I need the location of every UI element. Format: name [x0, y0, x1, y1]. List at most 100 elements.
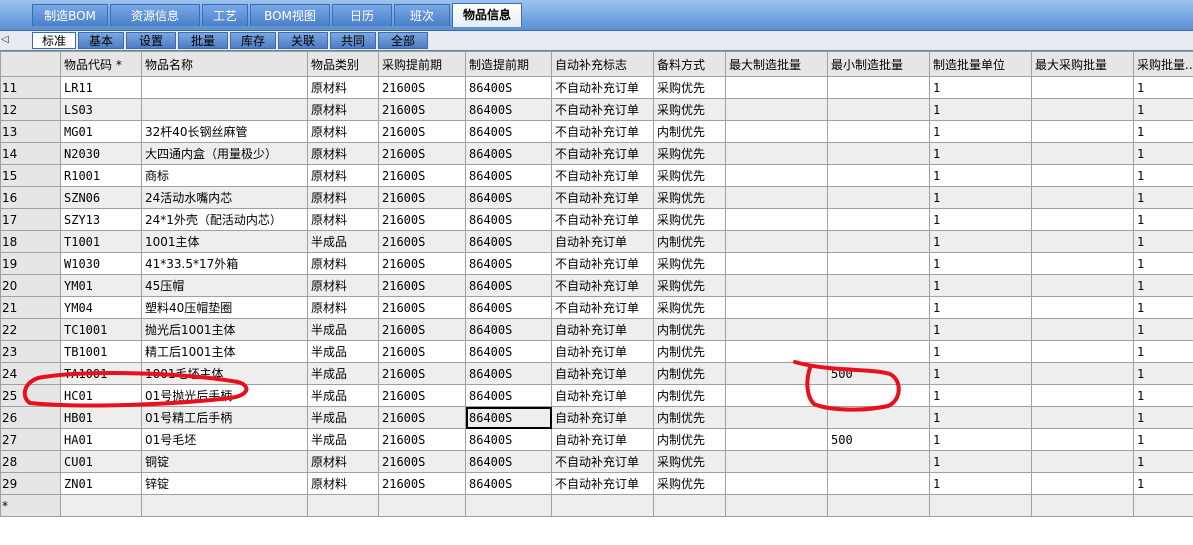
material-prep-method-cell[interactable]: 内制优先	[653, 406, 726, 429]
auto-replenish-flag-cell[interactable]: 不自动补充订单	[551, 120, 654, 143]
new-row-cell[interactable]	[929, 494, 1032, 517]
item-category-cell[interactable]: 半成品	[307, 230, 379, 253]
manufacture-batch-unit-cell[interactable]: 1	[929, 340, 1032, 363]
table-row[interactable]: 25 HC01 01号抛光后手柄 半成品 21600S 86400S 自动补充订单 内制优先 1…	[0, 384, 1193, 407]
col-min-manufacture-batch[interactable]: 最小制造批量	[827, 51, 930, 77]
item-category-cell[interactable]: 原材料	[307, 208, 379, 231]
max-manufacture-batch-cell[interactable]	[725, 208, 828, 231]
subtab-basic[interactable]: 基本	[78, 32, 124, 49]
item-category-cell[interactable]: 半成品	[307, 384, 379, 407]
table-row[interactable]: 22 TC1001 抛光后1001主体 半成品 21600S 86400S 自动补充订单 内制…	[0, 318, 1193, 341]
tab-resource-info[interactable]: 资源信息	[110, 4, 200, 26]
new-row-cell[interactable]	[465, 494, 552, 517]
col-manufacture-batch-unit[interactable]: 制造批量单位	[929, 51, 1032, 77]
max-purchase-batch-cell[interactable]	[1031, 472, 1134, 495]
item-code-cell[interactable]: YM04	[60, 296, 142, 319]
manufacture-batch-unit-cell[interactable]: 1	[929, 384, 1032, 407]
purchase-lead-time-cell[interactable]: 21600S	[378, 252, 466, 275]
item-category-cell[interactable]: 原材料	[307, 252, 379, 275]
scroll-left-arrow-icon[interactable]: ◁	[0, 32, 10, 48]
item-category-cell[interactable]: 半成品	[307, 406, 379, 429]
manufacture-lead-time-cell[interactable]: 86400S	[465, 98, 552, 121]
tab-process[interactable]: 工艺	[202, 4, 248, 26]
max-purchase-batch-cell[interactable]	[1031, 318, 1134, 341]
item-category-cell[interactable]: 原材料	[307, 296, 379, 319]
purchase-lead-time-cell[interactable]: 21600S	[378, 384, 466, 407]
item-category-cell[interactable]: 原材料	[307, 120, 379, 143]
item-code-cell[interactable]: ZN01	[60, 472, 142, 495]
max-purchase-batch-cell[interactable]	[1031, 340, 1134, 363]
auto-replenish-flag-cell[interactable]: 自动补充订单	[551, 406, 654, 429]
manufacture-lead-time-cell[interactable]: 86400S	[465, 428, 552, 451]
material-prep-method-cell[interactable]: 采购优先	[653, 274, 726, 297]
purchase-lead-time-cell[interactable]: 21600S	[378, 472, 466, 495]
auto-replenish-flag-cell[interactable]: 不自动补充订单	[551, 296, 654, 319]
manufacture-lead-time-cell[interactable]: 86400S	[465, 450, 552, 473]
min-manufacture-batch-cell[interactable]	[827, 164, 930, 187]
manufacture-batch-unit-cell[interactable]: 1	[929, 472, 1032, 495]
manufacture-lead-time-cell[interactable]: 86400S	[465, 296, 552, 319]
manufacture-lead-time-cell[interactable]: 86400S	[465, 472, 552, 495]
subtab-common[interactable]: 共同	[330, 32, 376, 49]
purchase-lead-time-cell[interactable]: 21600S	[378, 186, 466, 209]
manufacture-lead-time-cell[interactable]: 86400S	[465, 120, 552, 143]
max-purchase-batch-cell[interactable]	[1031, 450, 1134, 473]
manufacture-lead-time-cell[interactable]: 86400S	[465, 318, 552, 341]
table-row[interactable]: 21 YM04 塑料40压帽垫圈 原材料 21600S 86400S 不自动补充订单 采购优先…	[0, 296, 1193, 319]
material-prep-method-cell[interactable]: 采购优先	[653, 186, 726, 209]
new-row-cell[interactable]	[60, 494, 142, 517]
item-name-cell[interactable]: 抛光后1001主体	[141, 318, 308, 341]
col-manufacture-lead-time[interactable]: 制造提前期	[465, 51, 552, 77]
material-prep-method-cell[interactable]: 采购优先	[653, 296, 726, 319]
max-manufacture-batch-cell[interactable]	[725, 252, 828, 275]
max-purchase-batch-cell[interactable]	[1031, 164, 1134, 187]
manufacture-batch-unit-cell[interactable]: 1	[929, 428, 1032, 451]
item-name-cell[interactable]: 1001主体	[141, 230, 308, 253]
max-purchase-batch-cell[interactable]	[1031, 296, 1134, 319]
purchase-batch-cell[interactable]: 1	[1133, 98, 1193, 121]
item-name-cell[interactable]: 24*1外壳（配活动内芯）	[141, 208, 308, 231]
manufacture-batch-unit-cell[interactable]: 1	[929, 98, 1032, 121]
tab-item-info[interactable]: 物品信息	[452, 3, 522, 27]
material-prep-method-cell[interactable]: 采购优先	[653, 472, 726, 495]
manufacture-batch-unit-cell[interactable]: 1	[929, 252, 1032, 275]
col-purchase-lead-time[interactable]: 采购提前期	[378, 51, 466, 77]
manufacture-lead-time-cell[interactable]: 86400S	[465, 362, 552, 385]
subtab-batch[interactable]: 批量	[178, 32, 228, 49]
item-category-cell[interactable]: 原材料	[307, 472, 379, 495]
item-category-cell[interactable]: 半成品	[307, 428, 379, 451]
max-purchase-batch-cell[interactable]	[1031, 142, 1134, 165]
tab-shift[interactable]: 班次	[394, 4, 450, 26]
table-row[interactable]: 16 SZN06 24活动水嘴内芯 原材料 21600S 86400S 不自动补充订单 采购优…	[0, 186, 1193, 209]
max-purchase-batch-cell[interactable]	[1031, 76, 1134, 99]
col-max-purchase-batch[interactable]: 最大采购批量	[1031, 51, 1134, 77]
item-code-cell[interactable]: W1030	[60, 252, 142, 275]
purchase-lead-time-cell[interactable]: 21600S	[378, 230, 466, 253]
manufacture-batch-unit-cell[interactable]: 1	[929, 318, 1032, 341]
manufacture-batch-unit-cell[interactable]: 1	[929, 142, 1032, 165]
max-purchase-batch-cell[interactable]	[1031, 186, 1134, 209]
table-row[interactable]: 26 HB01 01号精工后手柄 半成品 21600S 86400S 自动补充订单 内制优先 1…	[0, 406, 1193, 429]
max-manufacture-batch-cell[interactable]	[725, 340, 828, 363]
max-purchase-batch-cell[interactable]	[1031, 362, 1134, 385]
item-code-cell[interactable]: CU01	[60, 450, 142, 473]
purchase-lead-time-cell[interactable]: 21600S	[378, 450, 466, 473]
item-name-cell[interactable]	[141, 98, 308, 121]
item-name-cell[interactable]	[141, 76, 308, 99]
item-category-cell[interactable]: 原材料	[307, 76, 379, 99]
max-manufacture-batch-cell[interactable]	[725, 362, 828, 385]
auto-replenish-flag-cell[interactable]: 不自动补充订单	[551, 164, 654, 187]
purchase-batch-cell[interactable]: 1	[1133, 296, 1193, 319]
auto-replenish-flag-cell[interactable]: 不自动补充订单	[551, 274, 654, 297]
manufacture-lead-time-cell[interactable]: 86400S	[465, 340, 552, 363]
item-code-cell[interactable]: T1001	[60, 230, 142, 253]
max-manufacture-batch-cell[interactable]	[725, 164, 828, 187]
material-prep-method-cell[interactable]: 采购优先	[653, 252, 726, 275]
manufacture-batch-unit-cell[interactable]: 1	[929, 186, 1032, 209]
min-manufacture-batch-cell[interactable]	[827, 142, 930, 165]
item-category-cell[interactable]: 原材料	[307, 450, 379, 473]
manufacture-batch-unit-cell[interactable]: 1	[929, 406, 1032, 429]
table-row[interactable]: 18 T1001 1001主体 半成品 21600S 86400S 自动补充订单 内制优先 1 1	[0, 230, 1193, 253]
max-manufacture-batch-cell[interactable]	[725, 384, 828, 407]
max-manufacture-batch-cell[interactable]	[725, 472, 828, 495]
